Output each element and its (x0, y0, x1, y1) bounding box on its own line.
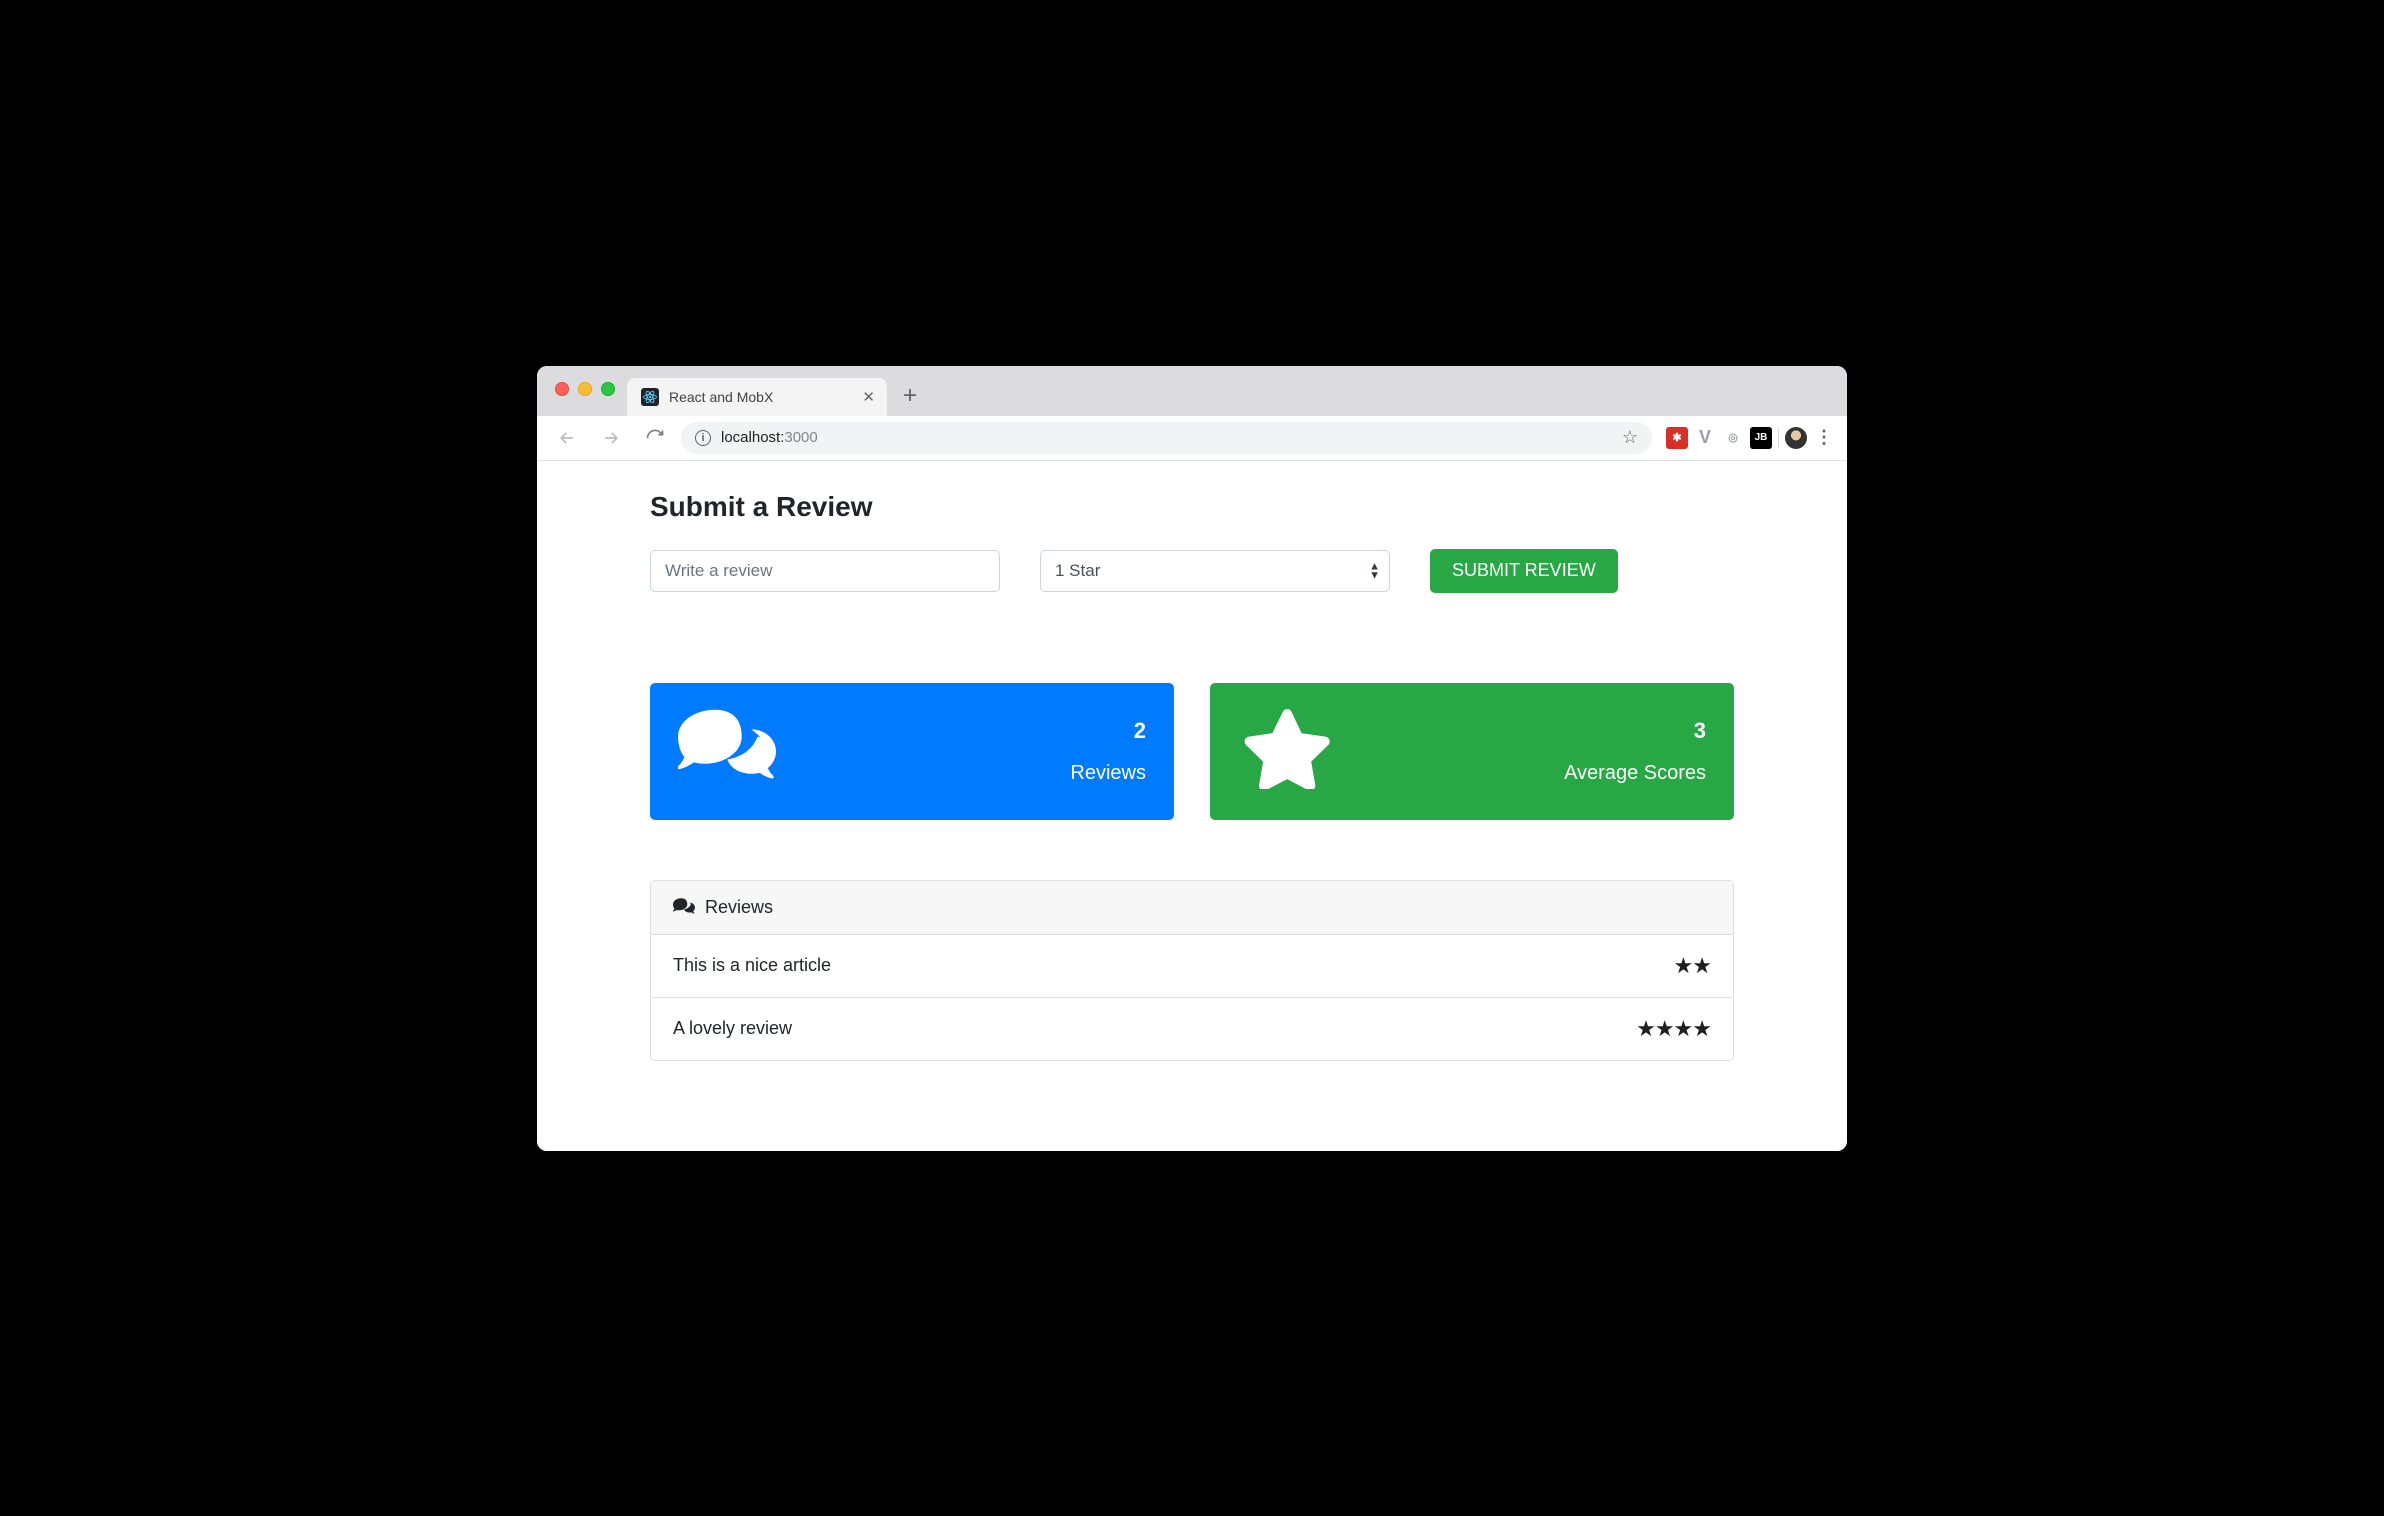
separator (1778, 428, 1779, 448)
url-host: localhost: (721, 429, 784, 446)
forward-button[interactable] (593, 424, 629, 452)
extension-icon[interactable]: ✱ (1666, 427, 1688, 449)
review-stars: ★★★★ (1636, 1016, 1711, 1042)
reviews-panel-header: Reviews (651, 881, 1733, 935)
url-text: localhost:3000 (721, 429, 818, 446)
review-input[interactable] (650, 550, 1000, 592)
star-icon (1238, 709, 1336, 794)
reviews-label: Reviews (1070, 762, 1146, 785)
address-bar: i localhost:3000 ☆ ✱ V ◎ JB ⋮ (537, 416, 1847, 461)
tab-title: React and MobX (669, 389, 773, 405)
extension-icon[interactable]: ◎ (1722, 427, 1744, 449)
comments-icon (678, 709, 776, 794)
review-stars: ★★ (1674, 953, 1711, 979)
review-list-item: A lovely review ★★★★ (651, 997, 1733, 1060)
avg-score-label: Average Scores (1564, 762, 1706, 785)
minimize-window-button[interactable] (578, 382, 592, 396)
browser-window: React and MobX ✕ + i localhost:3000 ☆ ✱ … (537, 366, 1847, 1151)
card-right: 2 Reviews (1070, 718, 1146, 785)
comments-icon (673, 898, 695, 916)
reviews-count-card: 2 Reviews (650, 683, 1174, 820)
maximize-window-button[interactable] (601, 382, 615, 396)
extension-icon[interactable]: V (1694, 427, 1716, 449)
star-select-wrap: 1 Star ▲▼ (1040, 550, 1390, 592)
url-port: 3000 (784, 429, 817, 446)
page-title: Submit a Review (650, 491, 1734, 523)
page-viewport: Submit a Review 1 Star ▲▼ SUBMIT REVIEW (537, 461, 1847, 1151)
site-info-icon[interactable]: i (695, 430, 711, 446)
reviews-panel: Reviews This is a nice article ★★ A love… (650, 880, 1734, 1061)
reviews-panel-title: Reviews (705, 897, 773, 918)
review-text: A lovely review (673, 1018, 792, 1039)
review-form: 1 Star ▲▼ SUBMIT REVIEW (650, 549, 1734, 593)
close-tab-icon[interactable]: ✕ (862, 388, 875, 406)
browser-tab[interactable]: React and MobX ✕ (627, 378, 887, 416)
url-field[interactable]: i localhost:3000 ☆ (681, 422, 1652, 454)
browser-menu-icon[interactable]: ⋮ (1813, 427, 1835, 449)
average-score-card: 3 Average Scores (1210, 683, 1734, 820)
avg-score: 3 (1564, 718, 1706, 744)
titlebar: React and MobX ✕ + (537, 366, 1847, 416)
profile-avatar[interactable] (1785, 427, 1807, 449)
close-window-button[interactable] (555, 382, 569, 396)
card-right: 3 Average Scores (1564, 718, 1706, 785)
review-list-item: This is a nice article ★★ (651, 935, 1733, 997)
submit-review-button[interactable]: SUBMIT REVIEW (1430, 549, 1618, 593)
review-text: This is a nice article (673, 955, 831, 976)
stats-cards: 2 Reviews 3 Average Scores (650, 683, 1734, 820)
bookmark-star-icon[interactable]: ☆ (1622, 427, 1638, 448)
new-tab-button[interactable]: + (887, 382, 933, 416)
reload-button[interactable] (637, 424, 673, 452)
page-container: Submit a Review 1 Star ▲▼ SUBMIT REVIEW (632, 461, 1752, 1101)
react-favicon-icon (641, 388, 659, 406)
extension-icon[interactable]: JB (1750, 427, 1772, 449)
star-select[interactable]: 1 Star (1040, 550, 1390, 592)
reviews-count: 2 (1070, 718, 1146, 744)
window-controls (555, 382, 615, 396)
back-button[interactable] (549, 424, 585, 452)
extensions-area: ✱ V ◎ JB ⋮ (1660, 427, 1835, 449)
